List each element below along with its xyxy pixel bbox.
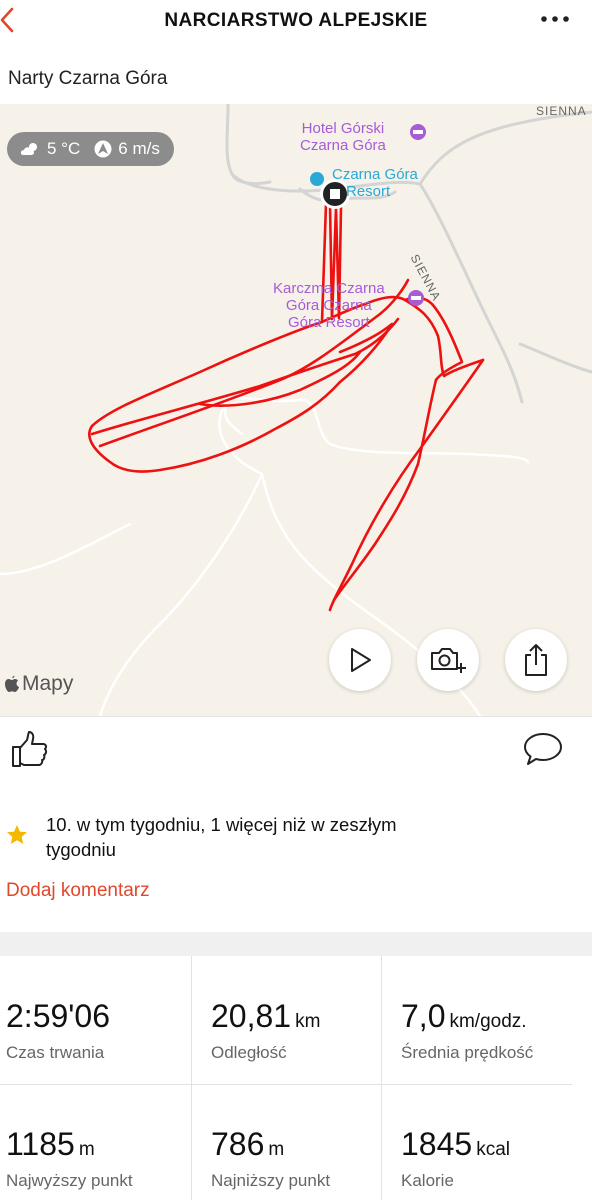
stat-value: 1845 kcal <box>401 1126 510 1163</box>
stat-number: 786 <box>211 1126 265 1162</box>
more-horizontal-icon[interactable] <box>540 14 570 24</box>
play-button[interactable] <box>329 629 391 691</box>
road-label-top: SIENNA <box>536 104 587 118</box>
page-title: NARCIARSTWO ALPEJSKIE <box>164 10 428 31</box>
stat-distance: 20,81 km Odległość <box>205 956 395 1084</box>
stat-number: 7,0 <box>401 998 446 1034</box>
stat-number: 20,81 <box>211 998 292 1034</box>
header: NARCIARSTWO ALPEJSKIE <box>0 0 592 44</box>
stat-duration: 2:59'06 Czas trwania <box>0 956 190 1084</box>
stat-calories: 1845 kcal Kalorie <box>395 1084 585 1200</box>
activity-name: Narty Czarna Góra <box>8 68 168 89</box>
stats-divider <box>381 956 382 1200</box>
stat-unit: km/godz. <box>449 1011 527 1032</box>
stat-unit: kcal <box>476 1139 510 1160</box>
stat-value: 20,81 km <box>211 998 320 1035</box>
stat-value: 1185 m <box>6 1126 95 1163</box>
stat-number: 1185 <box>6 1126 75 1162</box>
attribution-text: Mapy <box>22 672 74 695</box>
share-icon <box>525 644 547 676</box>
section-divider <box>0 932 592 956</box>
actions-bar <box>0 716 592 780</box>
temperature: 5 °C <box>47 139 81 158</box>
stats-divider <box>0 1084 572 1085</box>
stat-label: Najwyższy punkt <box>6 1171 133 1190</box>
stat-label: Kalorie <box>401 1171 454 1190</box>
stat-unit: km <box>295 1011 321 1032</box>
poi-karczma-label: Karczma Czarna Góra Czarna Góra Resort <box>273 280 385 331</box>
add-comment-link[interactable]: Dodaj komentarz <box>6 880 150 902</box>
stat-avg-speed: 7,0 km/godz. Średnia prędkość <box>395 956 585 1084</box>
thumbs-up-icon[interactable] <box>10 729 50 769</box>
stat-number: 1845 <box>401 1126 473 1162</box>
map-base <box>0 104 592 716</box>
poi-hotel-line2: Czarna Góra <box>300 137 386 154</box>
stat-value: 2:59'06 <box>6 998 114 1035</box>
stat-label: Średnia prędkość <box>401 1043 534 1062</box>
stats-divider <box>191 956 192 1200</box>
resort-marker <box>310 172 324 186</box>
stat-label: Najniższy punkt <box>211 1171 331 1190</box>
poi-karczma-line3: Góra Resort <box>288 314 370 331</box>
poi-resort-line2: Resort <box>346 183 391 200</box>
hotel-icon <box>410 124 426 140</box>
play-icon <box>351 648 371 672</box>
weather-badge: 5 °C 6 m/s <box>7 132 174 166</box>
achievement-section: 10. w tym tygodniu, 1 więcej niż w zeszł… <box>0 780 592 932</box>
poi-karczma-line1: Karczma Czarna <box>273 280 385 297</box>
poi-hotel-line1: Hotel Górski <box>301 120 385 137</box>
restaurant-icon <box>408 290 424 306</box>
stat-unit: m <box>78 1139 95 1160</box>
wind-speed: 6 m/s <box>118 139 160 158</box>
star-icon <box>7 825 27 844</box>
stat-max-elevation: 1185 m Najwyższy punkt <box>0 1084 190 1200</box>
stats-grid: 2:59'06 Czas trwania 20,81 km Odległość 7… <box>0 956 592 1200</box>
stat-label: Czas trwania <box>6 1043 105 1062</box>
route-map[interactable]: 5 °C 6 m/s Hotel Górski Czarna Góra Czar… <box>0 104 592 716</box>
stat-unit: m <box>268 1139 285 1160</box>
stat-value: 786 m <box>211 1126 284 1163</box>
apple-logo-icon <box>5 675 19 692</box>
poi-resort-label: Czarna Góra Resort <box>332 166 418 200</box>
stat-label: Odległość <box>211 1043 287 1062</box>
poi-hotel-label: Hotel Górski Czarna Góra <box>300 120 386 154</box>
camera-add-icon <box>431 648 466 673</box>
map-attribution[interactable]: Mapy <box>4 672 73 696</box>
add-photo-button[interactable] <box>417 629 479 691</box>
stat-min-elevation: 786 m Najniższy punkt <box>205 1084 395 1200</box>
achievement-text: 10. w tym tygodniu, 1 więcej niż w zeszł… <box>46 814 397 860</box>
poi-karczma-line2: Góra Czarna <box>285 297 372 314</box>
wind-direction-icon <box>94 140 112 158</box>
share-button[interactable] <box>505 629 567 691</box>
stat-value: 7,0 km/godz. <box>401 998 527 1035</box>
poi-resort-line1: Czarna Góra <box>332 166 418 183</box>
stat-number: 2:59'06 <box>6 998 110 1034</box>
cloud-sun-icon <box>20 143 37 155</box>
comment-icon[interactable] <box>522 731 564 767</box>
